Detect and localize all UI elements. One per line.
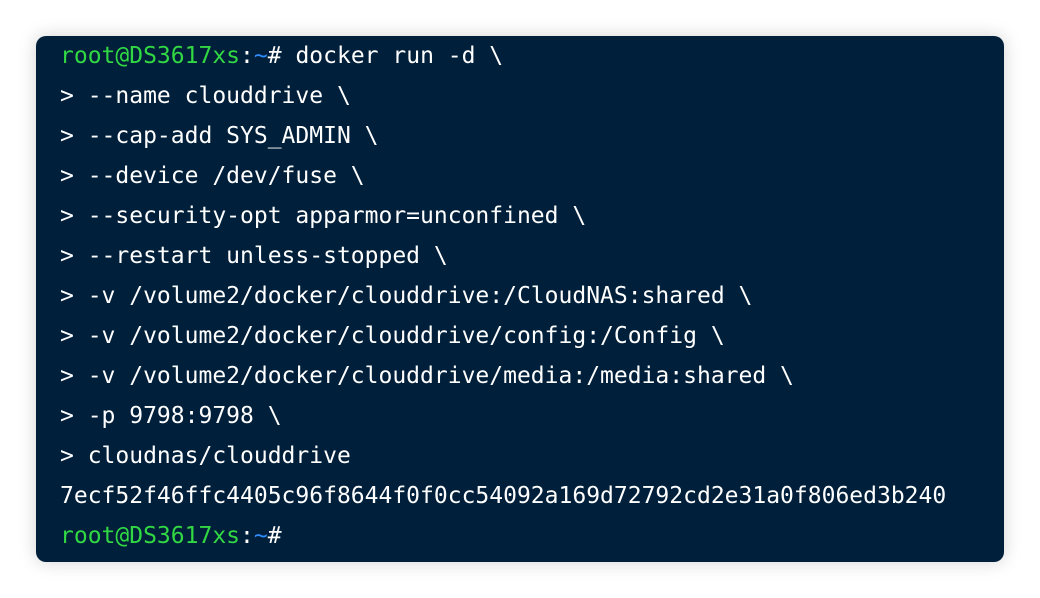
prompt-user: root@DS3617xs [60,43,241,69]
continuation-line: > -v /volume2/docker/clouddrive/config:/… [60,323,725,349]
prompt-hash: # [267,43,282,69]
continuation-line: > -v /volume2/docker/clouddrive:/CloudNA… [60,283,753,309]
continuation-line: > --security-opt apparmor=unconfined \ [60,203,587,229]
container-id-output: 7ecf52f46ffc4405c96f8644f0f0cc54092a169d… [60,483,947,509]
continuation-line: > --name clouddrive \ [60,83,351,109]
prompt-hash: # [267,523,282,549]
continuation-line: > --device /dev/fuse \ [60,163,365,189]
prompt-path: ~ [253,523,268,549]
continuation-line: > --cap-add SYS_ADMIN \ [60,123,379,149]
continuation-line: > -v /volume2/docker/clouddrive/media:/m… [60,363,794,389]
command-prompt-line: root@DS3617xs:~# docker run -d \ [60,36,1004,76]
command-text: docker run -d \ [281,43,504,69]
prompt-colon: : [240,43,254,69]
current-prompt-line[interactable]: root@DS3617xs:~# [60,516,1004,556]
prompt-user: root@DS3617xs [60,523,241,549]
prompt-colon: : [240,523,254,549]
prompt-path: ~ [253,43,268,69]
terminal-window[interactable]: root@DS3617xs:~# docker run -d \ > --nam… [36,36,1004,562]
continuation-line: > -p 9798:9798 \ [60,403,282,429]
continuation-line: > cloudnas/clouddrive [60,443,351,469]
continuation-line: > --restart unless-stopped \ [60,243,448,269]
